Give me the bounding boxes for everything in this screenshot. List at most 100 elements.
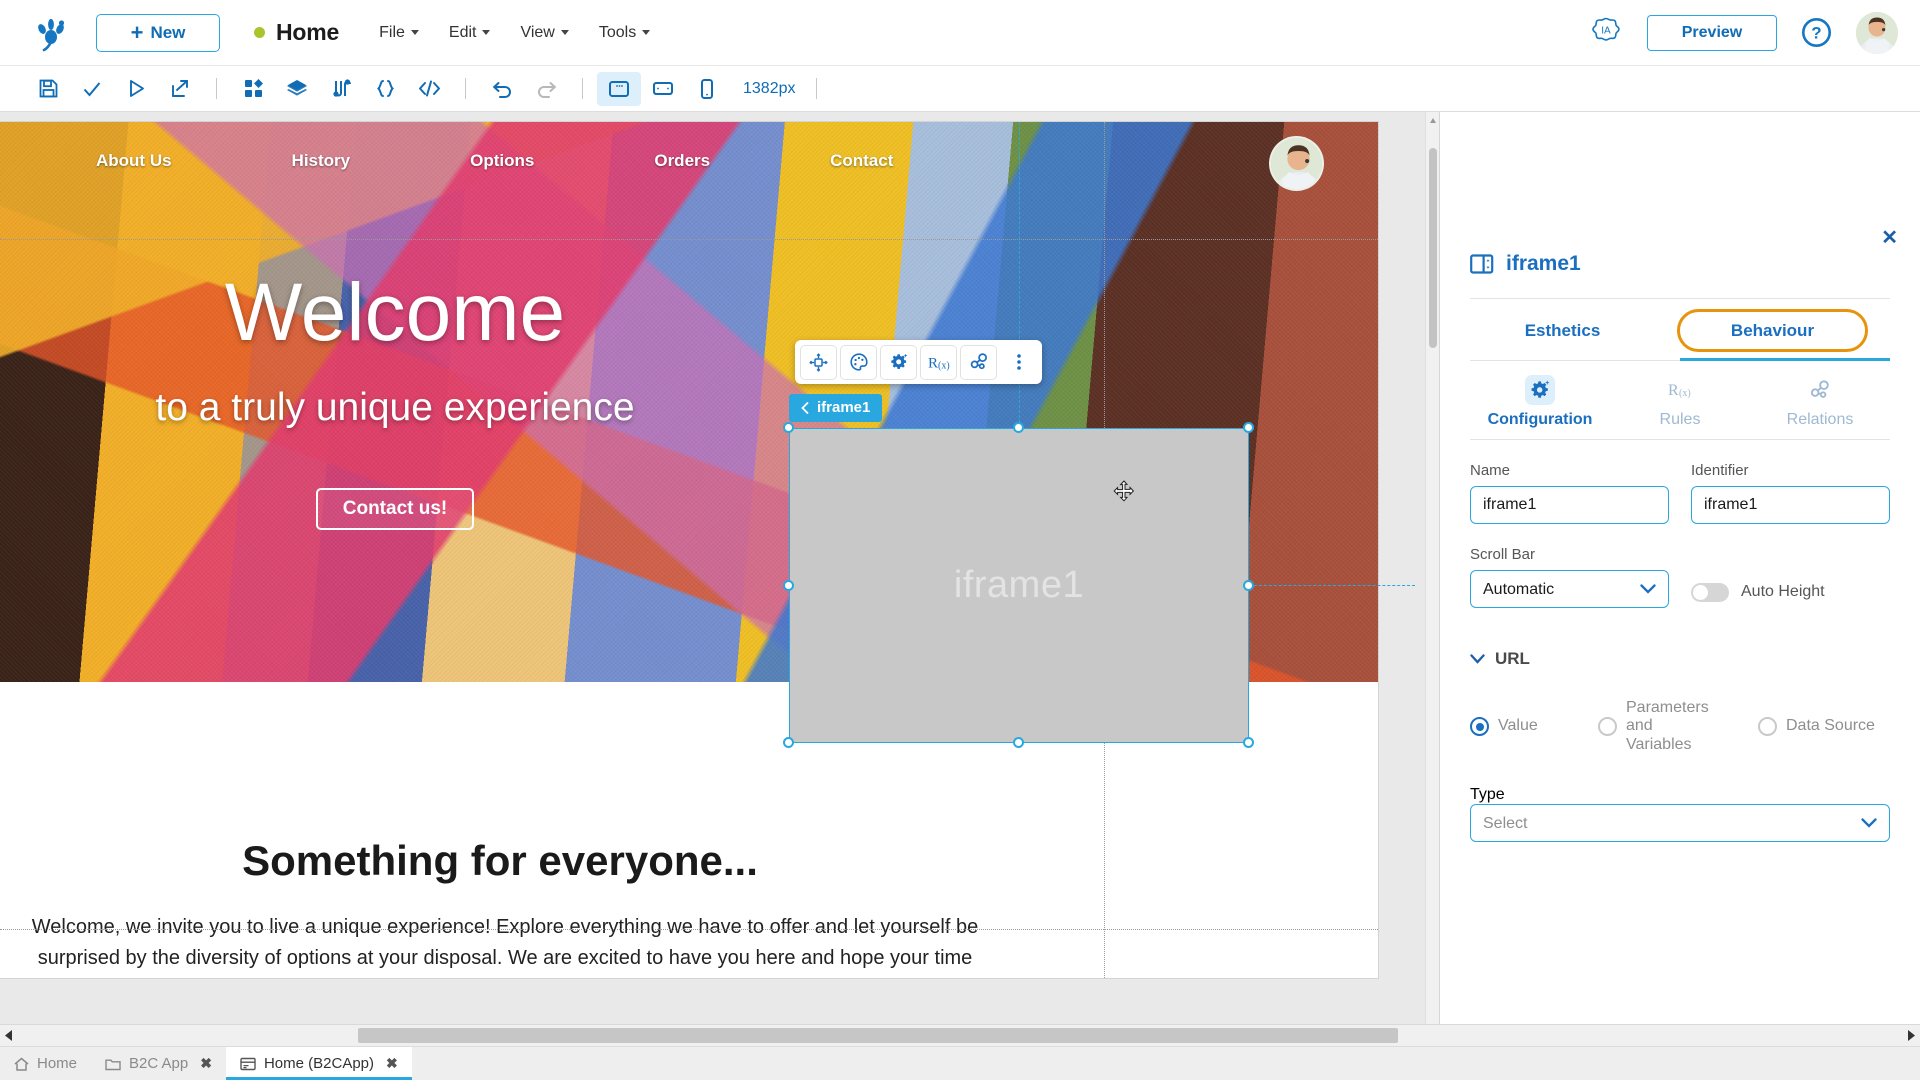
scrollbar-thumb[interactable] xyxy=(358,1028,1398,1043)
site-nav-options[interactable]: Options xyxy=(470,151,534,171)
move-icon[interactable] xyxy=(800,344,837,380)
subtab-relations[interactable]: Relations xyxy=(1750,375,1890,429)
scroll-left-arrow-icon[interactable] xyxy=(0,1030,18,1041)
hero-contact-button[interactable]: Contact us! xyxy=(316,488,474,530)
iframe-widget[interactable]: iframe1 xyxy=(789,428,1249,743)
close-icon[interactable]: ✖ xyxy=(200,1055,212,1072)
menu-view[interactable]: View xyxy=(520,23,569,42)
selection-breadcrumb-badge[interactable]: iframe1 xyxy=(789,394,883,422)
panel-subtabs: Configuration R (x) Rules Relations xyxy=(1470,361,1890,440)
resize-handle-middle-right[interactable] xyxy=(1243,580,1254,591)
canvas-scroll-thumb[interactable] xyxy=(1429,148,1437,348)
menu-tools[interactable]: Tools xyxy=(598,23,651,42)
bottom-tab-b2c-app[interactable]: B2C App ✖ xyxy=(91,1047,226,1080)
name-identifier-row: Name Identifier xyxy=(1470,462,1890,524)
site-user-avatar[interactable] xyxy=(1269,136,1324,191)
components-icon[interactable] xyxy=(231,72,275,106)
site-nav-orders[interactable]: Orders xyxy=(654,151,710,171)
radio-data-source-indicator xyxy=(1758,717,1777,737)
user-avatar[interactable] xyxy=(1856,11,1898,54)
horizontal-scrollbar[interactable] xyxy=(0,1024,1920,1046)
redo-icon[interactable] xyxy=(524,72,568,106)
help-icon[interactable]: ? xyxy=(1801,17,1832,48)
menu-edit[interactable]: Edit xyxy=(449,24,491,42)
tab-esthetics[interactable]: Esthetics xyxy=(1470,322,1655,339)
bottom-tab-b2c-app-label: B2C App xyxy=(129,1055,189,1072)
resize-handle-top-center[interactable] xyxy=(1013,422,1024,433)
bottom-tab-home[interactable]: Home xyxy=(0,1047,91,1080)
panel-tab-active-indicator xyxy=(1680,358,1890,361)
subtab-rules[interactable]: R (x) Rules xyxy=(1610,375,1750,429)
new-button[interactable]: + New xyxy=(96,13,220,52)
chevron-down-icon xyxy=(482,30,491,35)
relations-icon[interactable] xyxy=(960,344,997,380)
check-icon[interactable] xyxy=(70,72,114,106)
close-icon[interactable]: ✕ xyxy=(1881,228,1898,248)
resize-handle-bottom-center[interactable] xyxy=(1013,737,1024,748)
resize-handle-top-right[interactable] xyxy=(1243,422,1254,433)
menu-file[interactable]: File xyxy=(379,24,419,42)
widget-floating-toolbar: R (x) xyxy=(795,340,1042,384)
radio-parameters-indicator xyxy=(1598,717,1617,737)
app-header: + New Home File Edit View Tools IA Previ… xyxy=(0,0,1920,66)
scroll-right-arrow-icon[interactable] xyxy=(1902,1030,1920,1041)
bottom-tab-home-b2capp[interactable]: Home (B2CApp) ✖ xyxy=(225,1047,412,1080)
site-nav-contact[interactable]: Contact xyxy=(830,151,893,171)
scrollbar-track[interactable] xyxy=(18,1025,1902,1046)
subtab-rules-label: Rules xyxy=(1659,411,1701,428)
resize-handle-top-left[interactable] xyxy=(783,422,794,433)
radio-value[interactable]: Value xyxy=(1470,717,1598,737)
braces-icon[interactable] xyxy=(363,72,407,106)
more-vertical-icon[interactable] xyxy=(1000,344,1037,380)
site-nav-about-us[interactable]: About Us xyxy=(96,151,172,171)
resize-handle-middle-left[interactable] xyxy=(783,580,794,591)
bottom-tab-home-label: Home xyxy=(37,1055,78,1072)
variables-icon[interactable] xyxy=(319,72,363,106)
desktop-icon[interactable] xyxy=(597,71,641,106)
subtab-configuration[interactable]: Configuration xyxy=(1470,375,1610,429)
palette-icon[interactable] xyxy=(840,344,877,380)
scroll-up-arrow-icon[interactable] xyxy=(1430,118,1436,123)
design-canvas[interactable]: About Us History Options Orders Contact xyxy=(0,112,1440,1024)
resize-handle-bottom-left[interactable] xyxy=(783,737,794,748)
code-icon[interactable] xyxy=(407,72,451,106)
tab-behaviour[interactable]: Behaviour xyxy=(1677,308,1868,352)
rules-rx-icon[interactable]: R (x) xyxy=(920,344,957,380)
ia-assistant-icon[interactable]: IA xyxy=(1589,16,1623,50)
resize-handle-bottom-right[interactable] xyxy=(1243,737,1254,748)
settings-sparkle-icon[interactable] xyxy=(880,344,917,380)
chevron-down-icon xyxy=(1470,654,1485,664)
layers-icon[interactable] xyxy=(275,72,319,106)
menu-tools-label: Tools xyxy=(598,23,637,41)
deploy-icon[interactable] xyxy=(158,72,202,106)
site-nav-history[interactable]: History xyxy=(292,151,351,171)
scroll-bar-select[interactable]: Automatic xyxy=(1470,570,1669,608)
url-section-label: URL xyxy=(1495,649,1530,668)
chevron-down-icon xyxy=(642,30,651,35)
url-section-header[interactable]: URL xyxy=(1470,649,1890,669)
save-icon[interactable] xyxy=(26,72,70,106)
type-select[interactable]: Select xyxy=(1470,804,1890,843)
preview-button[interactable]: Preview xyxy=(1647,14,1777,51)
auto-height-toggle[interactable] xyxy=(1691,582,1729,602)
svg-text:R: R xyxy=(1668,382,1679,399)
radio-data-source[interactable]: Data Source xyxy=(1758,717,1875,737)
name-input[interactable] xyxy=(1470,486,1669,524)
mobile-icon[interactable] xyxy=(685,72,729,106)
app-logo-icon[interactable] xyxy=(28,10,74,56)
tablet-icon[interactable] xyxy=(641,72,685,106)
close-icon[interactable]: ✖ xyxy=(386,1055,398,1072)
identifier-field-group: Identifier xyxy=(1691,462,1890,524)
menu-view-label: View xyxy=(520,23,555,41)
svg-text:IA: IA xyxy=(1601,25,1611,36)
canvas-vertical-scrollbar[interactable] xyxy=(1425,112,1439,1024)
viewport-width-label[interactable]: 1382px xyxy=(743,80,796,98)
identifier-input[interactable] xyxy=(1691,486,1890,524)
play-icon[interactable] xyxy=(114,72,158,106)
undo-icon[interactable] xyxy=(480,72,524,106)
folder-icon xyxy=(105,1057,121,1071)
radio-parameters-and-variables[interactable]: Parameters and Variables xyxy=(1598,699,1758,754)
layout-guide-horizontal xyxy=(0,929,1378,930)
svg-text:?: ? xyxy=(1811,24,1821,43)
selection-breadcrumb-label: iframe1 xyxy=(817,399,871,416)
